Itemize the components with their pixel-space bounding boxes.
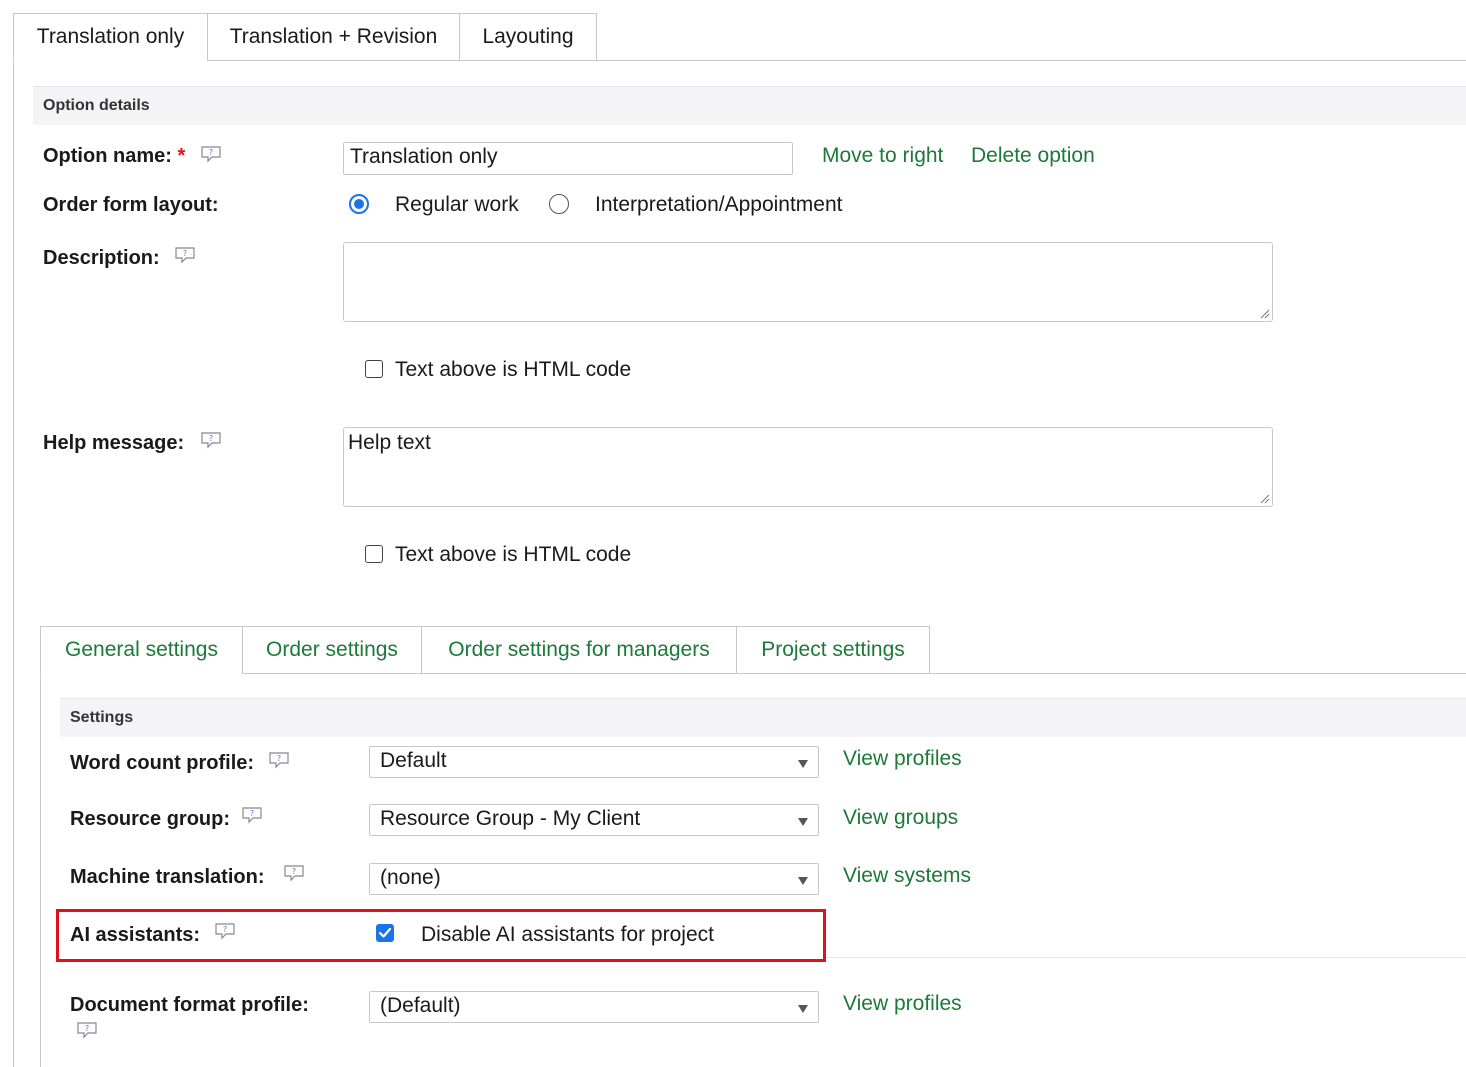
resource-group-select[interactable]: Resource Group - My Client [369, 804, 819, 836]
option-name-label: Option name: * [43, 145, 186, 167]
help-message-label: Help message: [43, 432, 185, 454]
resize-grip-icon[interactable] [1258, 307, 1270, 319]
description-html-label: Text above is HTML code [395, 358, 632, 381]
settings-header: Settings [60, 698, 1466, 737]
svg-text:?: ? [292, 867, 296, 876]
settings-title: Settings [70, 709, 134, 726]
tab-project-settings[interactable]: Project settings [736, 626, 930, 674]
svg-text:?: ? [183, 249, 187, 258]
help-bubble-icon[interactable]: ? [76, 1021, 98, 1039]
document-format-profile-select[interactable]: (Default) [369, 991, 819, 1023]
tab-translation-revision[interactable]: Translation + Revision [207, 13, 460, 61]
help-bubble-icon[interactable]: ? [283, 864, 305, 882]
checkmark-icon [378, 927, 392, 938]
chevron-down-icon [798, 877, 808, 885]
radio-regular-work[interactable] [349, 194, 369, 214]
svg-text:?: ? [85, 1024, 89, 1033]
resource-group-label: Resource group: [70, 808, 231, 830]
interpretation-label: Interpretation/Appointment [595, 193, 843, 216]
svg-text:?: ? [209, 148, 213, 157]
row-divider [826, 957, 1466, 958]
help-html-checkbox[interactable] [365, 545, 383, 563]
inner-panel-left-border [40, 673, 41, 1067]
resize-grip-icon[interactable] [1258, 492, 1270, 504]
delete-option-link[interactable]: Delete option [971, 144, 1095, 168]
option-details-header: Option details [33, 86, 1466, 125]
disable-ai-assistants-checkbox[interactable] [376, 924, 394, 942]
ai-assistants-label: AI assistants: [70, 924, 201, 946]
description-label: Description: [43, 247, 160, 269]
machine-translation-label: Machine translation: [70, 866, 265, 888]
word-count-profile-label: Word count profile: [70, 752, 255, 774]
regular-work-label: Regular work [395, 193, 519, 216]
radio-interpretation[interactable] [549, 194, 569, 214]
chevron-down-icon [798, 760, 808, 768]
help-message-textarea[interactable]: Help text [343, 427, 1273, 507]
tab-layouting[interactable]: Layouting [459, 13, 597, 61]
help-bubble-icon[interactable]: ? [200, 431, 222, 449]
view-format-profiles-link[interactable]: View profiles [843, 992, 962, 1016]
tab-order-settings[interactable]: Order settings [242, 626, 422, 674]
tab-general-settings[interactable]: General settings [40, 626, 243, 674]
svg-text:?: ? [223, 925, 227, 934]
description-textarea[interactable] [343, 242, 1273, 322]
view-groups-link[interactable]: View groups [843, 806, 958, 830]
tab-translation-only[interactable]: Translation only [13, 13, 208, 61]
move-to-right-link[interactable]: Move to right [822, 144, 943, 168]
disable-ai-assistants-label: Disable AI assistants for project [421, 923, 714, 946]
option-name-input[interactable]: Translation only [343, 142, 793, 175]
required-mark: * [177, 145, 186, 167]
option-details-title: Option details [43, 97, 150, 114]
description-html-checkbox[interactable] [365, 360, 383, 378]
help-html-label: Text above is HTML code [395, 543, 632, 566]
svg-text:?: ? [250, 809, 254, 818]
view-profiles-link[interactable]: View profiles [843, 747, 962, 771]
help-bubble-icon[interactable]: ? [241, 806, 263, 824]
help-bubble-icon[interactable]: ? [214, 922, 236, 940]
view-systems-link[interactable]: View systems [843, 864, 971, 888]
help-bubble-icon[interactable]: ? [268, 751, 290, 769]
help-bubble-icon[interactable]: ? [200, 145, 222, 163]
help-bubble-icon[interactable]: ? [174, 246, 196, 264]
svg-text:?: ? [209, 434, 213, 443]
order-form-layout-label: Order form layout: [43, 194, 219, 216]
tab-order-settings-managers[interactable]: Order settings for managers [421, 626, 737, 674]
svg-text:?: ? [277, 754, 281, 763]
chevron-down-icon [798, 1005, 808, 1013]
outer-panel-left-border [13, 60, 14, 1067]
chevron-down-icon [798, 818, 808, 826]
machine-translation-select[interactable]: (none) [369, 863, 819, 895]
word-count-profile-select[interactable]: Default [369, 746, 819, 778]
document-format-profile-label: Document format profile: [70, 994, 309, 1016]
